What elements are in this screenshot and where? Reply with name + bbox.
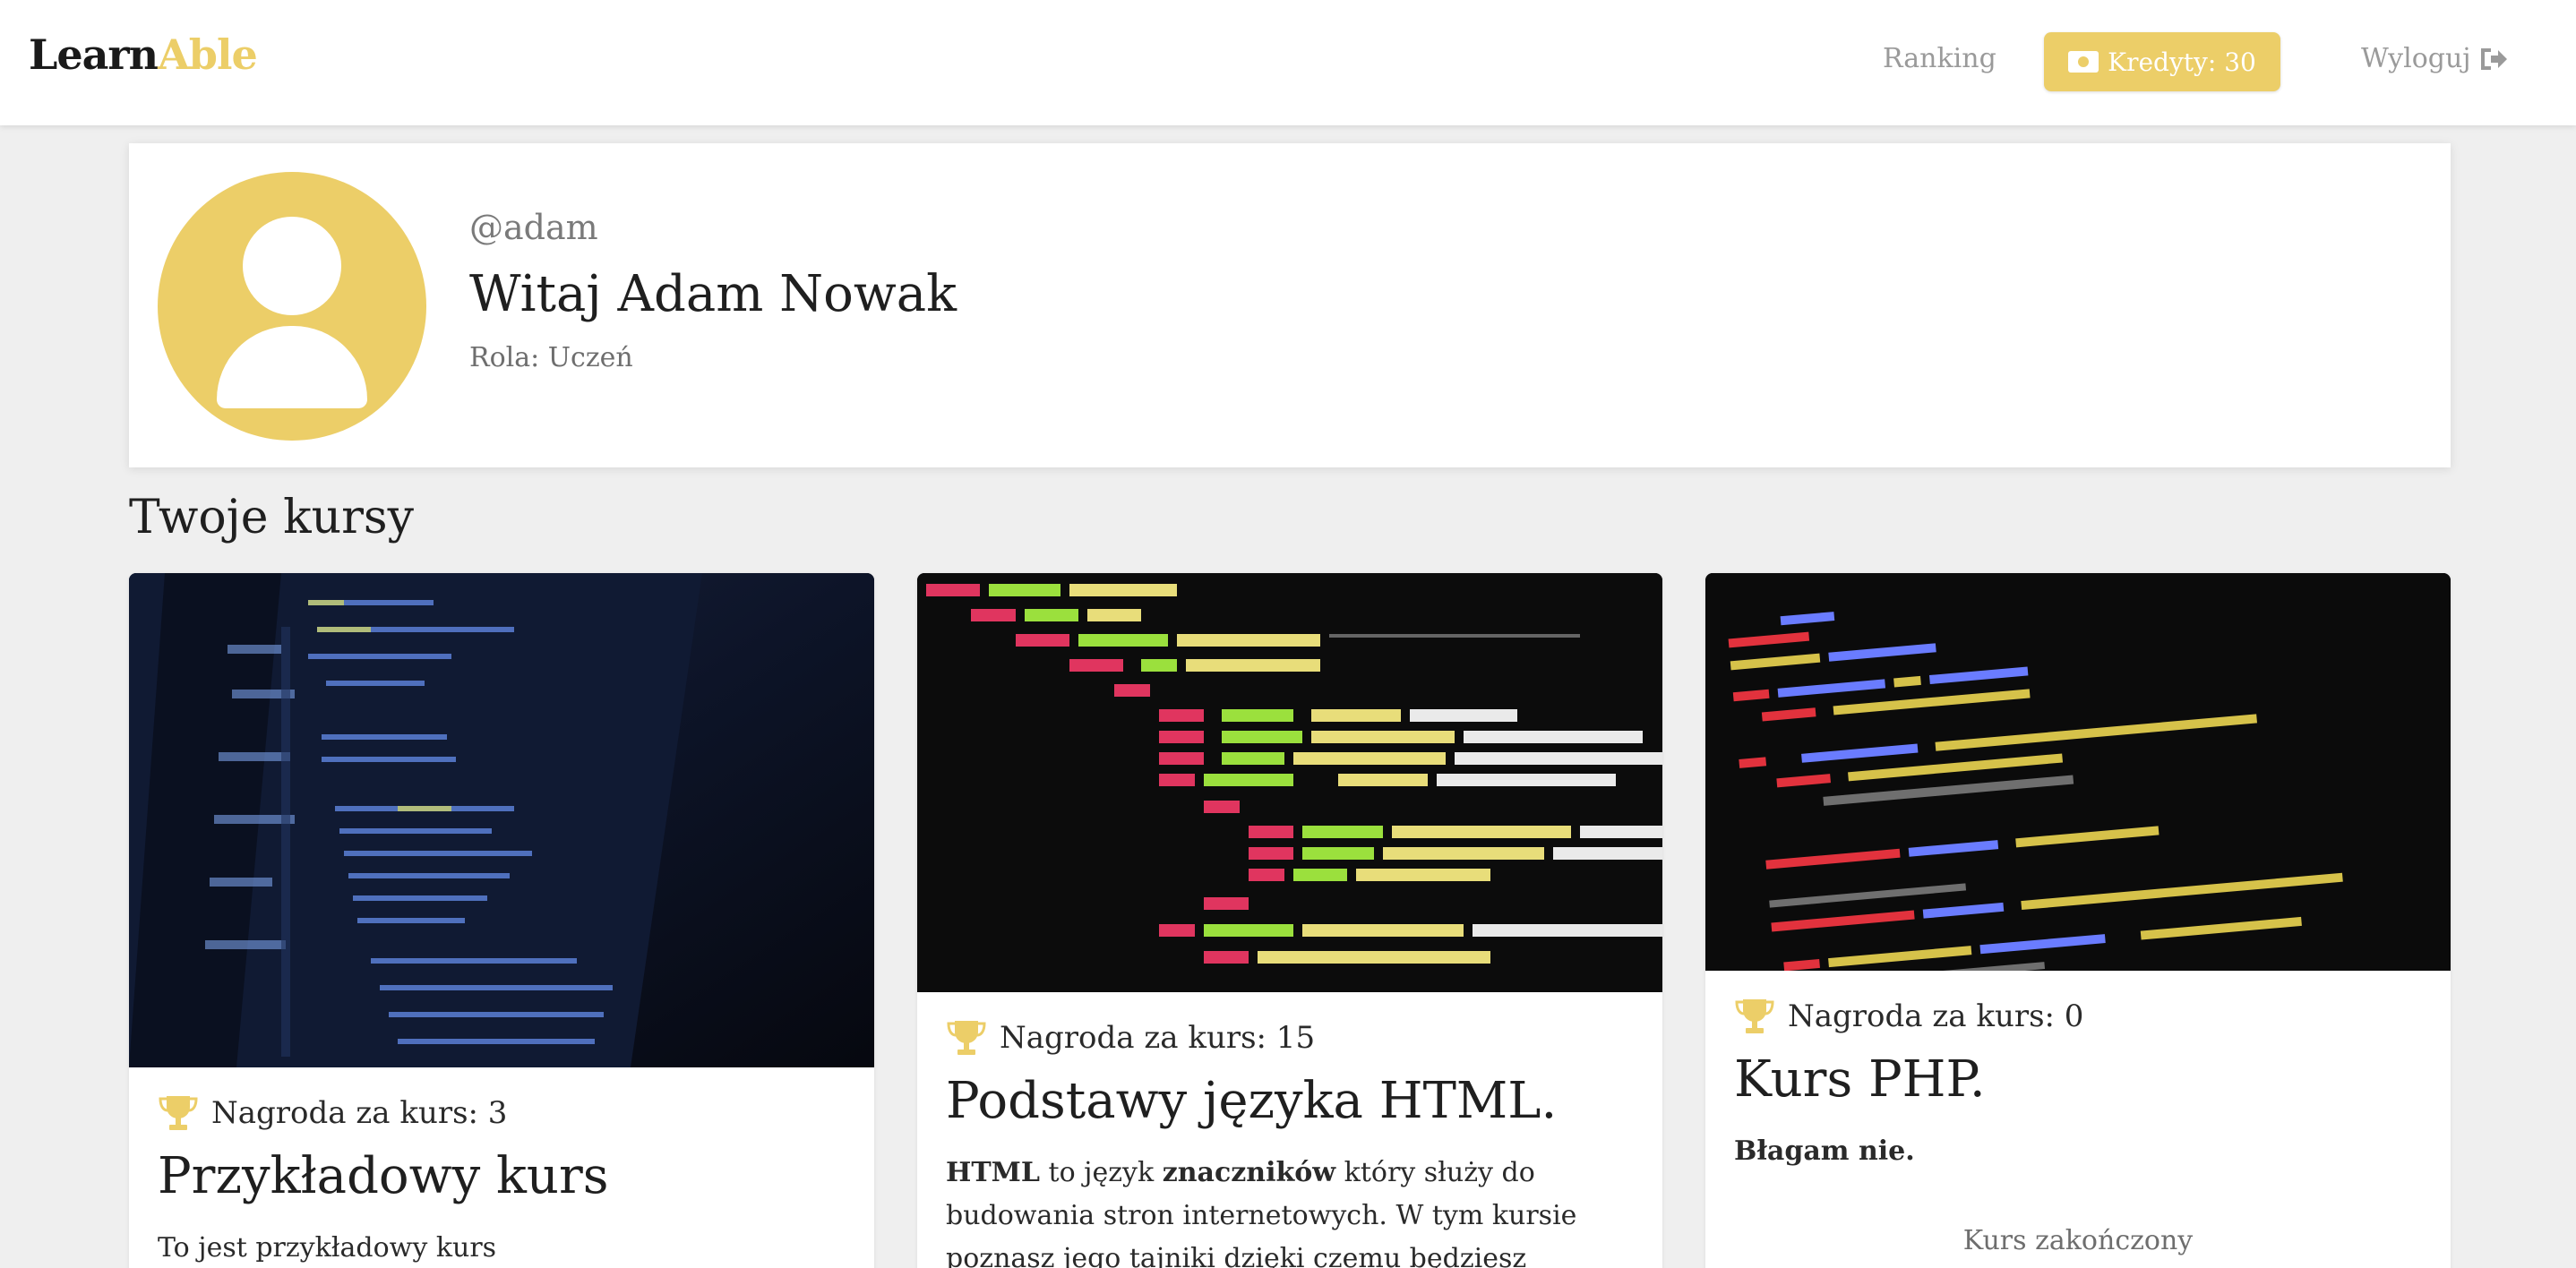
avatar-icon <box>158 172 426 441</box>
course-reward-label: Nagroda za kurs: 3 <box>211 1095 508 1131</box>
nav-ranking-link[interactable]: Ranking <box>1883 43 1996 74</box>
cash-icon <box>2068 51 2099 73</box>
logout-icon <box>2480 47 2507 70</box>
course-description-bold: Błagam nie. <box>1734 1135 1915 1168</box>
course-description: HTML to język znaczników który służy do … <box>946 1152 1634 1268</box>
credits-button[interactable]: Kredyty: 30 <box>2044 32 2280 91</box>
course-status: Kurs zakończony <box>1962 1225 2194 1257</box>
course-title[interactable]: Podstawy języka HTML. <box>946 1072 1634 1130</box>
trophy-icon <box>947 1021 986 1055</box>
brand-part-learn: Learn <box>29 30 159 79</box>
trophy-icon <box>159 1096 198 1130</box>
course-description: To jest przykładowy kurs <box>158 1232 497 1264</box>
course-image <box>1705 573 2451 971</box>
course-reward-label: Nagroda za kurs: 15 <box>1000 1020 1316 1056</box>
trophy-icon <box>1735 999 1774 1033</box>
section-title: Twoje kursy <box>129 491 414 544</box>
course-title[interactable]: Przykładowy kurs <box>158 1147 846 1205</box>
course-card[interactable]: Nagroda za kurs: 0 Kurs PHP. Błagam nie.… <box>1705 573 2451 1268</box>
brand-logo[interactable]: LearnAble <box>29 30 258 79</box>
profile-role: Rola: Uczeń <box>469 342 633 373</box>
course-description: Błagam nie. <box>1734 1130 2422 1173</box>
course-reward: Nagroda za kurs: 3 <box>158 1094 846 1132</box>
logout-link[interactable]: Wyloguj <box>2361 43 2509 74</box>
logout-label: Wyloguj <box>2361 43 2471 74</box>
course-image <box>917 573 1662 992</box>
desc-keyword-html: HTML <box>946 1157 1040 1189</box>
profile-username: @adam <box>469 208 598 247</box>
course-reward-label: Nagroda za kurs: 0 <box>1788 998 2084 1034</box>
brand-part-able: Able <box>158 30 258 79</box>
course-reward: Nagroda za kurs: 0 <box>1734 998 2422 1035</box>
desc-text-1: to język <box>1039 1157 1163 1189</box>
credits-label: Kredyty: 30 <box>2108 47 2256 77</box>
profile-card: @adam Witaj Adam Nowak Rola: Uczeń <box>129 143 2451 467</box>
course-card[interactable]: Nagroda za kurs: 15 Podstawy języka HTML… <box>917 573 1662 1268</box>
course-reward: Nagroda za kurs: 15 <box>946 1019 1634 1057</box>
course-image <box>129 573 874 1067</box>
course-title[interactable]: Kurs PHP. <box>1734 1050 2422 1109</box>
navbar: LearnAble Ranking Kredyty: 30 Wyloguj <box>0 0 2576 125</box>
course-card[interactable]: Nagroda za kurs: 3 Przykładowy kurs To j… <box>129 573 874 1268</box>
profile-greeting: Witaj Adam Nowak <box>469 265 957 323</box>
desc-keyword-znaczniki: znaczników <box>1162 1157 1336 1189</box>
